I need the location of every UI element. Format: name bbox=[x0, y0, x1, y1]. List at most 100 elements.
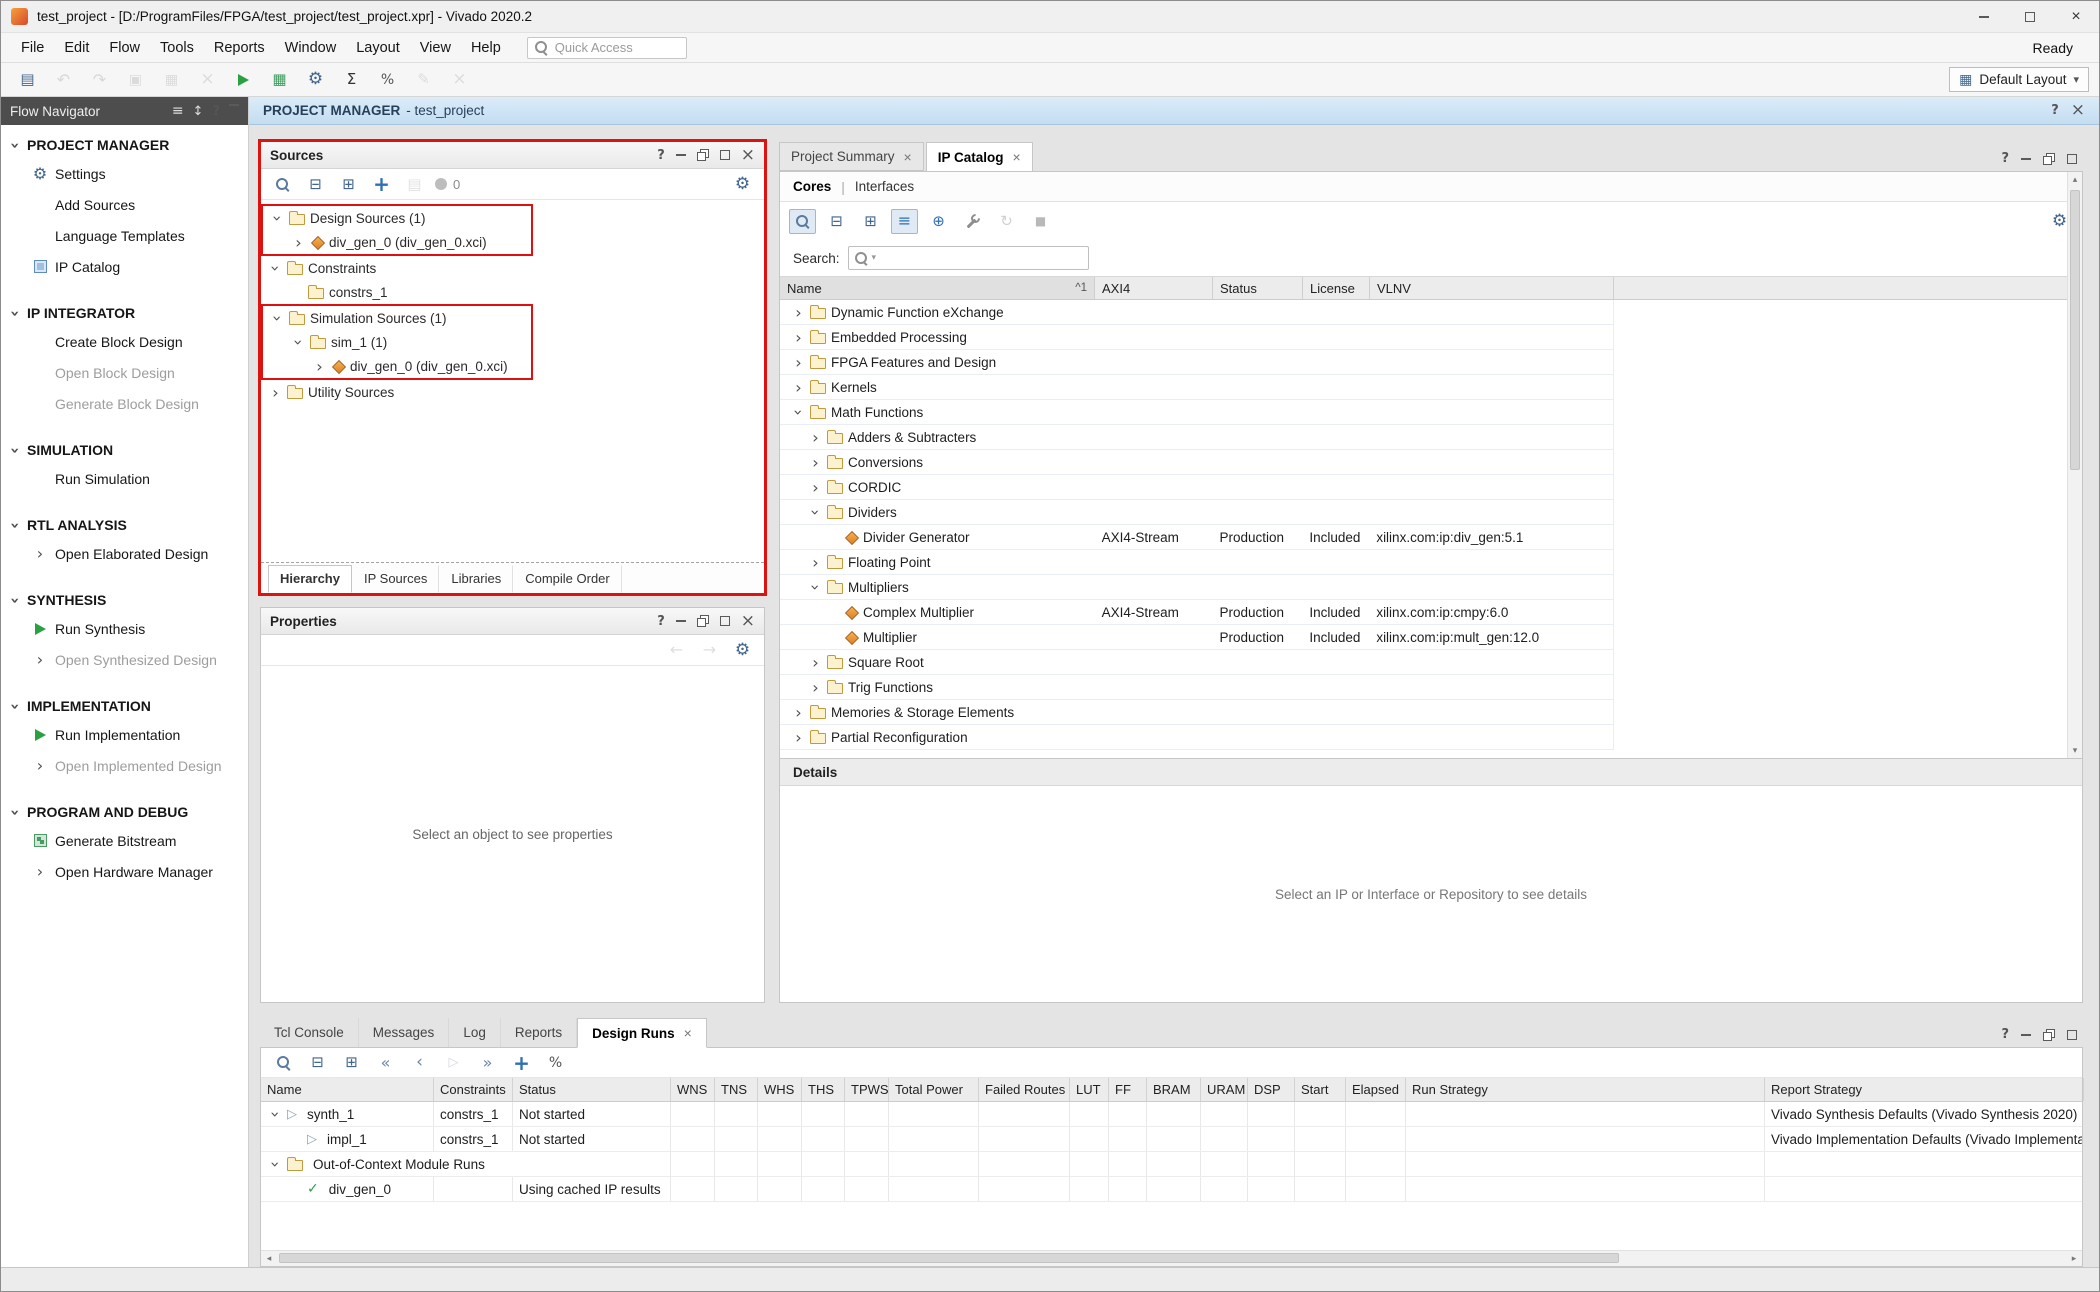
sidebar-item-open-block-design[interactable]: Open Block Design bbox=[1, 357, 248, 388]
menu-layout[interactable]: Layout bbox=[346, 36, 410, 60]
source-tree-item-simulation-sources-1[interactable]: ›Simulation Sources (1) bbox=[263, 306, 531, 330]
copy-button[interactable]: ▣ bbox=[119, 66, 152, 93]
chevron-collapsed-icon[interactable]: › bbox=[792, 330, 805, 345]
ip-row-divider-generator[interactable]: Divider GeneratorAXI4-StreamProductionIn… bbox=[780, 525, 1614, 550]
scroll-down-icon[interactable]: ▾ bbox=[2068, 743, 2082, 758]
column-header-run-strategy[interactable]: Run Strategy bbox=[1406, 1078, 1765, 1101]
menu-view[interactable]: View bbox=[410, 36, 461, 60]
chevron-collapsed-icon[interactable]: › bbox=[809, 430, 822, 445]
help-icon[interactable]: ? bbox=[2001, 1028, 2009, 1041]
scrollbar-thumb[interactable] bbox=[279, 1253, 1619, 1263]
chevron-collapsed-icon[interactable]: › bbox=[313, 359, 326, 374]
back-button[interactable]: ← bbox=[663, 638, 690, 663]
chevron-expanded-icon[interactable]: › bbox=[270, 312, 285, 325]
column-header-name[interactable]: Name^1 bbox=[780, 277, 1095, 299]
nav-section-header-simulation[interactable]: ›SIMULATION bbox=[1, 436, 248, 463]
help-icon[interactable]: ? bbox=[2001, 152, 2009, 165]
nav-section-header-implementation[interactable]: ›IMPLEMENTATION bbox=[1, 692, 248, 719]
tab-project-summary[interactable]: Project Summary× bbox=[779, 142, 924, 171]
column-header-status[interactable]: Status bbox=[513, 1078, 671, 1101]
expand-all-button[interactable]: ⊞ bbox=[338, 1050, 365, 1075]
previous-run-button[interactable]: ‹ bbox=[406, 1050, 433, 1075]
menu-tools[interactable]: Tools bbox=[150, 36, 204, 60]
chevron-collapsed-icon[interactable]: › bbox=[809, 455, 822, 470]
nav-section-header-rtl-analysis[interactable]: ›RTL ANALYSIS bbox=[1, 511, 248, 538]
sidebar-item-run-implementation[interactable]: Run Implementation bbox=[1, 719, 248, 750]
close-tab-icon[interactable]: × bbox=[684, 1025, 692, 1041]
column-header-total-power[interactable]: Total Power bbox=[889, 1078, 979, 1101]
create-runs-button[interactable]: + bbox=[508, 1050, 535, 1075]
tab-ip-catalog[interactable]: IP Catalog× bbox=[926, 142, 1033, 172]
cancel-button[interactable]: × bbox=[443, 66, 476, 93]
chevron-collapsed-icon[interactable]: › bbox=[809, 655, 822, 670]
scrollbar-thumb[interactable] bbox=[2070, 190, 2080, 470]
launch-runs-button[interactable]: ▷ bbox=[440, 1050, 467, 1075]
sidebar-item-open-hardware-manager[interactable]: ›Open Hardware Manager bbox=[1, 856, 248, 887]
utilization-button[interactable]: % bbox=[542, 1050, 569, 1075]
nav-section-header-program-and-debug[interactable]: ›PROGRAM AND DEBUG bbox=[1, 798, 248, 825]
menu-window[interactable]: Window bbox=[275, 36, 347, 60]
column-header-ff[interactable]: FF bbox=[1109, 1078, 1147, 1101]
column-header-vlnv[interactable]: VLNV bbox=[1370, 277, 1614, 299]
search-button[interactable] bbox=[270, 1050, 297, 1075]
close-icon[interactable]: × bbox=[741, 147, 755, 164]
column-header-uram[interactable]: URAM bbox=[1201, 1078, 1248, 1101]
settings-gear-button[interactable]: ⚙ bbox=[729, 638, 756, 663]
category-row-partial-reconfiguration[interactable]: ›Partial Reconfiguration bbox=[780, 725, 1614, 750]
stop-button[interactable]: ■ bbox=[1027, 209, 1054, 234]
redo-button[interactable]: ↷ bbox=[83, 66, 116, 93]
column-header-elapsed[interactable]: Elapsed bbox=[1346, 1078, 1406, 1101]
menu-help[interactable]: Help bbox=[461, 36, 511, 60]
column-header-license[interactable]: License bbox=[1303, 277, 1370, 299]
scroll-left-icon[interactable]: ◂ bbox=[261, 1251, 277, 1266]
help-icon[interactable]: ? bbox=[657, 615, 665, 628]
column-header-ths[interactable]: THS bbox=[802, 1078, 845, 1101]
category-row-floating-point[interactable]: ›Floating Point bbox=[780, 550, 1614, 575]
chevron-collapsed-icon[interactable]: › bbox=[34, 546, 47, 561]
layout-selector[interactable]: ▦ Default Layout ▾ bbox=[1949, 67, 2089, 92]
tab-hierarchy[interactable]: Hierarchy bbox=[268, 565, 352, 593]
tab-compile-order[interactable]: Compile Order bbox=[513, 565, 622, 593]
minimize-icon[interactable] bbox=[676, 154, 686, 156]
minimize-icon[interactable] bbox=[2021, 158, 2031, 160]
chevron-collapsed-icon[interactable]: › bbox=[809, 480, 822, 495]
menu-reports[interactable]: Reports bbox=[204, 36, 275, 60]
ip-catalog-vertical-scrollbar[interactable]: ▴ ▾ bbox=[2067, 172, 2082, 758]
sidebar-item-run-synthesis[interactable]: Run Synthesis bbox=[1, 613, 248, 644]
column-header-name[interactable]: Name bbox=[261, 1078, 434, 1101]
chevron-expanded-icon[interactable]: › bbox=[291, 336, 306, 349]
column-header-wns[interactable]: WNS bbox=[671, 1078, 715, 1101]
chevron-collapsed-icon[interactable]: › bbox=[809, 680, 822, 695]
chevron-collapsed-icon[interactable]: › bbox=[792, 305, 805, 320]
maximize-icon[interactable] bbox=[720, 616, 730, 626]
column-header-bram[interactable]: BRAM bbox=[1147, 1078, 1201, 1101]
source-tree-item-sim-1-1[interactable]: ›sim_1 (1) bbox=[263, 330, 531, 354]
close-tab-icon[interactable]: × bbox=[1013, 149, 1021, 165]
close-icon[interactable]: × bbox=[2071, 102, 2085, 119]
add-repository-button[interactable]: ⊕ bbox=[925, 209, 952, 234]
chevron-collapsed-icon[interactable]: › bbox=[34, 652, 47, 667]
category-row-memories-storage-elements[interactable]: ›Memories & Storage Elements bbox=[780, 700, 1614, 725]
search-button[interactable] bbox=[269, 172, 296, 197]
chevron-expanded-icon[interactable]: › bbox=[791, 406, 806, 419]
window-maximize-button[interactable] bbox=[2007, 1, 2053, 32]
source-tree-item-div-gen-0-div-gen-0-xci[interactable]: ›div_gen_0 (div_gen_0.xci) bbox=[263, 354, 531, 378]
ip-row-complex-multiplier[interactable]: Complex MultiplierAXI4-StreamProductionI… bbox=[780, 600, 1614, 625]
column-header-dsp[interactable]: DSP bbox=[1248, 1078, 1295, 1101]
help-icon[interactable]: ? bbox=[212, 104, 220, 118]
chevron-expanded-icon[interactable]: › bbox=[268, 1158, 283, 1171]
sidebar-item-add-sources[interactable]: Add Sources bbox=[1, 189, 248, 220]
sidebar-item-open-implemented-design[interactable]: ›Open Implemented Design bbox=[1, 750, 248, 781]
program-device-button[interactable]: ▦ bbox=[263, 66, 296, 93]
run-row-impl-1[interactable]: ▷impl_1constrs_1Not startedVivado Implem… bbox=[261, 1127, 2082, 1152]
column-header-status[interactable]: Status bbox=[1213, 277, 1303, 299]
menu-edit[interactable]: Edit bbox=[54, 36, 99, 60]
sidebar-item-settings[interactable]: ⚙Settings bbox=[1, 158, 248, 189]
run-row-out-of-context-module-runs[interactable]: ›Out-of-Context Module Runs bbox=[261, 1152, 2082, 1177]
scroll-right-icon[interactable]: ▸ bbox=[2066, 1251, 2082, 1266]
add-sources-button[interactable]: + bbox=[368, 172, 395, 197]
column-header-tpws[interactable]: TPWS bbox=[845, 1078, 889, 1101]
maximize-icon[interactable] bbox=[720, 150, 730, 160]
category-row-trig-functions[interactable]: ›Trig Functions bbox=[780, 675, 1614, 700]
next-run-button[interactable]: » bbox=[474, 1050, 501, 1075]
